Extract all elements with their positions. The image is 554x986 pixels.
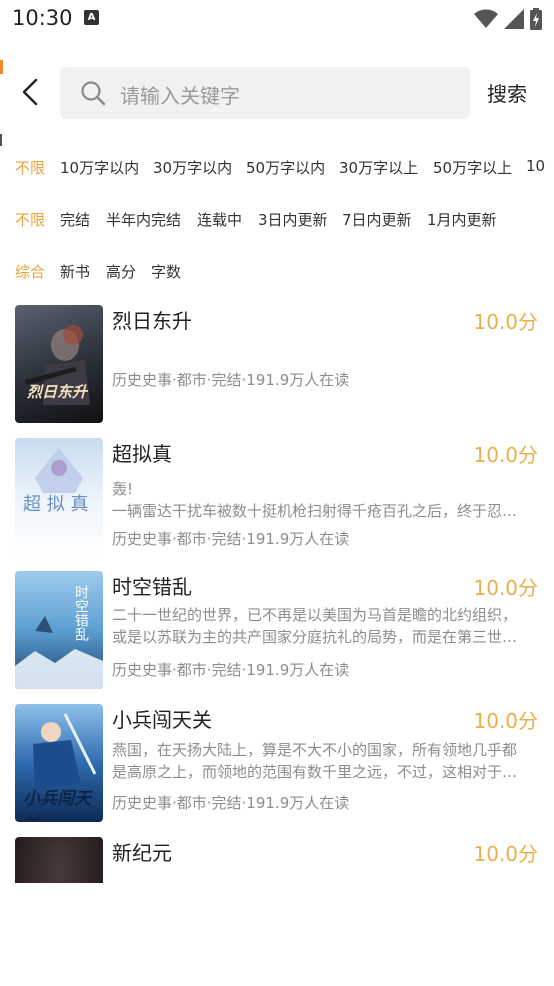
search-header: 请输入关键字 搜索	[0, 60, 554, 124]
filter-option[interactable]: 30万字以上	[339, 157, 418, 178]
book-description: 燕国，在天扬大陆上，算是不大不小的国家，所有领地几乎都 是高原之上，而领地的范围…	[112, 739, 528, 783]
filter-option[interactable]: 10	[526, 157, 545, 175]
book-score: 10.0分	[473, 310, 538, 334]
book-meta: 历史史事·都市·完结·191.9万人在读	[112, 530, 350, 548]
filter-option[interactable]: 高分	[106, 261, 136, 282]
cover-title: 时空错乱	[73, 585, 89, 641]
search-placeholder: 请输入关键字	[120, 84, 240, 108]
cover-title: 小兵闯天关	[23, 789, 91, 822]
filter-option[interactable]: 连载中	[197, 209, 242, 230]
status-time: 10:30	[12, 6, 73, 30]
book-meta: 历史史事·都市·完结·191.9万人在读	[112, 371, 350, 389]
book-item[interactable]: 超 拟 真 超拟真 10.0分 轰! 一辆雷达干扰车被数十挺机枪扫射得千疮百孔之…	[0, 438, 554, 558]
book-meta: 历史史事·都市·完结·191.9万人在读	[112, 794, 350, 812]
filter-option[interactable]: 30万字以内	[153, 157, 232, 178]
filter-option[interactable]: 半年内完结	[106, 209, 181, 230]
book-title: 新纪元	[112, 841, 172, 865]
book-cover	[15, 837, 103, 883]
book-score: 10.0分	[473, 576, 538, 600]
book-item[interactable]: 小兵闯天关 小兵闯天关 10.0分 燕国，在天扬大陆上，算是不大不小的国家，所有…	[0, 704, 554, 824]
book-desc-line: 是高原之上，而领地的范围有数千里之远，不过，这相对于…	[112, 763, 518, 781]
filter-option[interactable]: 10万字以内	[60, 157, 139, 178]
book-cover: 超 拟 真	[15, 438, 103, 556]
book-cover: 小兵闯天关	[15, 704, 103, 822]
filter-option[interactable]: 完结	[60, 209, 90, 230]
search-input[interactable]: 请输入关键字	[60, 67, 470, 119]
battery-icon	[530, 8, 542, 30]
book-title: 超拟真	[112, 442, 172, 466]
filter-option[interactable]: 3日内更新	[258, 209, 328, 230]
book-desc-line: 轰!	[112, 480, 134, 498]
book-item[interactable]: 新纪元 10.0分	[0, 837, 554, 883]
book-list: 烈日东升 烈日东升 10.0分 历史史事·都市·完结·191.9万人在读 超 拟…	[0, 305, 554, 883]
book-description: 轰! 一辆雷达干扰车被数十挺机枪扫射得千疮百孔之后，终于忍…	[112, 478, 528, 522]
book-item[interactable]: 时空错乱 时空错乱 10.0分 二十一世纪的世界，已不再是以美国为马首是瞻的北约…	[0, 571, 554, 691]
wifi-icon	[474, 9, 498, 28]
filter-option-active[interactable]: 不限	[15, 209, 45, 230]
filter-option[interactable]: 1月内更新	[427, 209, 497, 230]
book-title: 时空错乱	[112, 575, 192, 599]
book-desc-line: 一辆雷达干扰车被数十挺机枪扫射得千疮百孔之后，终于忍…	[112, 502, 518, 520]
book-cover: 烈日东升	[15, 305, 103, 423]
book-score: 10.0分	[473, 842, 538, 866]
filter-option[interactable]: 字数	[151, 261, 181, 282]
back-button[interactable]	[16, 76, 44, 108]
signal-icon	[504, 9, 524, 29]
book-item[interactable]: 烈日东升 烈日东升 10.0分 历史史事·都市·完结·191.9万人在读	[0, 305, 554, 425]
book-score: 10.0分	[473, 709, 538, 733]
back-arrow-icon	[22, 78, 38, 106]
book-cover: 时空错乱	[15, 571, 103, 689]
book-title: 小兵闯天关	[112, 708, 212, 732]
cover-art	[25, 325, 90, 405]
filter-option[interactable]: 50万字以内	[246, 157, 325, 178]
cover-title: 烈日东升	[27, 383, 88, 401]
book-desc-line: 或是以苏联为主的共产国家分庭抗礼的局势，而是在第三世…	[112, 628, 518, 646]
book-desc-line: 二十一世纪的世界，已不再是以美国为马首是瞻的北约组织，	[112, 606, 518, 624]
notification-icon: A	[84, 10, 99, 25]
edge-mark	[0, 134, 2, 146]
filter-option[interactable]: 7日内更新	[342, 209, 412, 230]
search-icon	[81, 81, 106, 106]
book-meta: 历史史事·都市·完结·191.9万人在读	[112, 661, 350, 679]
filter-option-active[interactable]: 不限	[15, 157, 45, 178]
status-icons	[474, 8, 542, 30]
book-score: 10.0分	[473, 443, 538, 467]
filter-option[interactable]: 50万字以上	[433, 157, 512, 178]
status-bar: 10:30 A	[0, 0, 554, 38]
book-desc-line: 燕国，在天扬大陆上，算是不大不小的国家，所有领地几乎都	[112, 741, 518, 759]
book-title: 烈日东升	[112, 309, 192, 333]
filter-option[interactable]: 新书	[60, 261, 90, 282]
filter-option-active[interactable]: 综合	[15, 261, 45, 282]
search-button[interactable]: 搜索	[487, 78, 527, 107]
book-description: 二十一世纪的世界，已不再是以美国为马首是瞻的北约组织， 或是以苏联为主的共产国家…	[112, 604, 528, 648]
cover-title: 超 拟 真	[23, 494, 89, 515]
